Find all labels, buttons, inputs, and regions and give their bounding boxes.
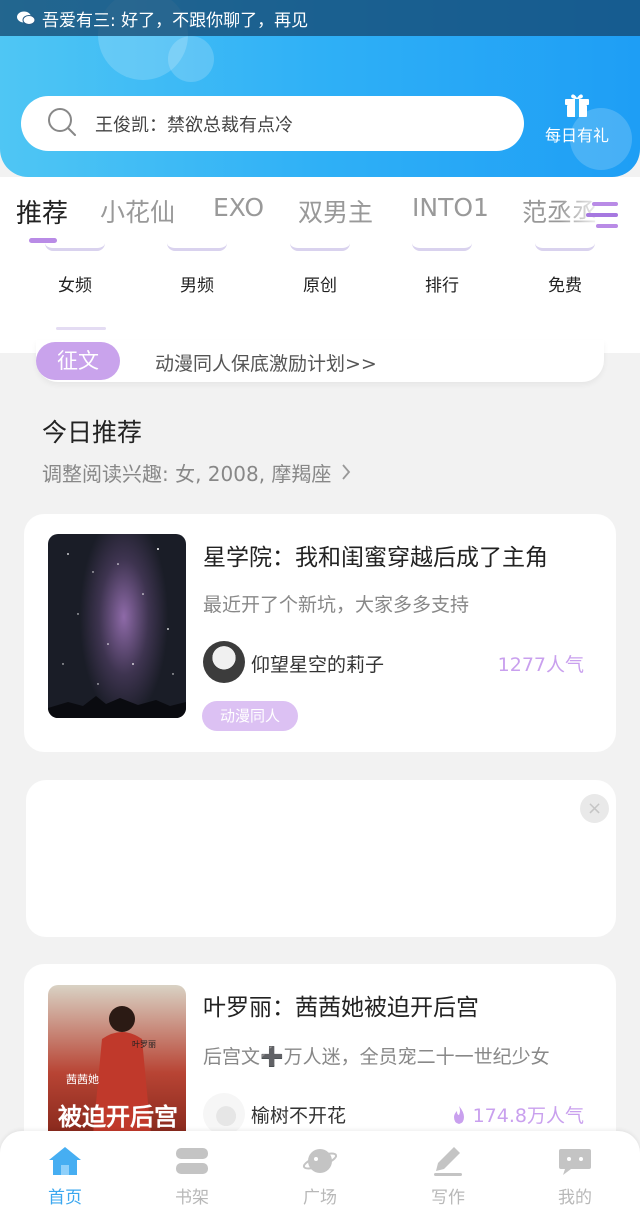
- gift-label: 每日有礼: [544, 126, 609, 145]
- bookshelf-icon: [152, 1145, 232, 1177]
- nav-mine[interactable]: 我的: [535, 1145, 615, 1208]
- pen-icon: [408, 1145, 488, 1177]
- flame-icon: [451, 1105, 473, 1127]
- search-placeholder: 王俊凯：禁欲总裁有点冷: [95, 114, 293, 136]
- book-description: 最近开了个新坑，大家多多支持: [203, 594, 470, 616]
- nav-label: 写作: [431, 1188, 465, 1208]
- nav-bookshelf[interactable]: 书架: [152, 1145, 232, 1208]
- tab-into1[interactable]: INTO1: [412, 193, 489, 222]
- search-input[interactable]: 王俊凯：禁欲总裁有点冷: [21, 96, 524, 151]
- category-arc: [290, 243, 350, 251]
- popularity-count: 1277人气: [497, 654, 584, 676]
- category-female[interactable]: 女频: [30, 271, 120, 296]
- author-name[interactable]: 榆树不开花: [251, 1101, 346, 1128]
- category-arc: [412, 243, 472, 251]
- avatar[interactable]: [203, 641, 245, 683]
- tab-double-male[interactable]: 双男主: [298, 193, 373, 229]
- chevron-right-icon: [341, 462, 351, 486]
- book-description: 后宫文➕万人迷，全员宠二十一世纪少女: [203, 1046, 550, 1068]
- category-ranking[interactable]: 排行: [397, 271, 487, 296]
- book-title[interactable]: 星学院：我和闺蜜穿越后成了主角: [203, 538, 596, 572]
- nav-label: 首页: [48, 1188, 82, 1208]
- ad-slot[interactable]: [26, 780, 616, 937]
- gift-icon: [540, 92, 614, 118]
- nav-write[interactable]: 写作: [408, 1145, 488, 1208]
- category-male[interactable]: 男频: [152, 271, 242, 296]
- contest-banner-text[interactable]: 动漫同人保底激励计划>>: [155, 349, 377, 376]
- tab-recommend[interactable]: 推荐: [16, 193, 68, 230]
- wechat-icon: [16, 10, 36, 26]
- category-original[interactable]: 原创: [275, 271, 365, 296]
- book-cover[interactable]: [48, 534, 186, 718]
- interest-setting-text: 调整阅读兴趣: 女, 2008, 摩羯座: [42, 462, 332, 486]
- novel-cover-art: 叶罗丽 茜茜她 被迫开后宫: [58, 1006, 178, 1145]
- tab-exo[interactable]: EXO: [213, 193, 264, 222]
- nav-label: 我的: [558, 1188, 592, 1208]
- header: 吾爱有三: 好了，不跟你聊了，再见 王俊凯：禁欲总裁有点冷 每日有礼: [0, 0, 640, 177]
- starry-sky-image: [48, 548, 186, 718]
- tab-xiaohuaxian[interactable]: 小花仙: [100, 193, 175, 229]
- nav-square[interactable]: 广场: [280, 1145, 360, 1208]
- close-icon[interactable]: ×: [580, 794, 609, 823]
- contest-badge: 征文: [36, 342, 120, 380]
- category-divider: [56, 327, 106, 330]
- svg-text:茜茜她: 茜茜她: [66, 1072, 99, 1086]
- book-cover[interactable]: 叶罗丽 茜茜她 被迫开后宫: [48, 985, 186, 1145]
- book-tag[interactable]: 动漫同人: [202, 701, 298, 731]
- author-name[interactable]: 仰望星空的莉子: [251, 650, 384, 677]
- search-icon: [47, 107, 77, 141]
- category-arc: [167, 243, 227, 251]
- chat-bubble-icon: [535, 1145, 615, 1177]
- category-free[interactable]: 免费: [520, 271, 610, 296]
- avatar[interactable]: [203, 1093, 245, 1135]
- svg-text:叶罗丽: 叶罗丽: [132, 1040, 156, 1049]
- nav-home[interactable]: 首页: [25, 1145, 105, 1208]
- svg-text:被迫开后宫: 被迫开后宫: [58, 1103, 178, 1131]
- notification-bar[interactable]: 吾爱有三: 好了，不跟你聊了，再见: [0, 0, 640, 36]
- nav-label: 广场: [303, 1188, 337, 1208]
- interest-setting-link[interactable]: 调整阅读兴趣: 女, 2008, 摩羯座: [42, 458, 351, 487]
- daily-gift-button[interactable]: 每日有礼: [540, 92, 614, 154]
- popularity-value: 174.8万人气: [472, 1105, 584, 1127]
- book-title[interactable]: 叶罗丽：茜茜她被迫开后宫: [203, 988, 596, 1022]
- category-tabs: 推荐 小花仙 EXO 双男主 INTO1 范丞丞: [0, 177, 640, 243]
- popularity-count: 174.8万人气: [446, 1101, 584, 1128]
- category-row: 女频 男频 原创 排行 免费: [0, 243, 640, 353]
- category-arc: [535, 243, 595, 251]
- section-title: 今日推荐: [42, 418, 143, 447]
- menu-icon[interactable]: [586, 200, 618, 230]
- decor-bubble: [168, 36, 214, 82]
- category-arc: [45, 243, 105, 251]
- home-icon: [25, 1145, 105, 1177]
- notification-text: 吾爱有三: 好了，不跟你聊了，再见: [42, 10, 309, 31]
- nav-label: 书架: [175, 1188, 209, 1208]
- bottom-nav: 首页 书架 广场 写作 我的: [0, 1131, 640, 1221]
- planet-icon: [280, 1145, 360, 1177]
